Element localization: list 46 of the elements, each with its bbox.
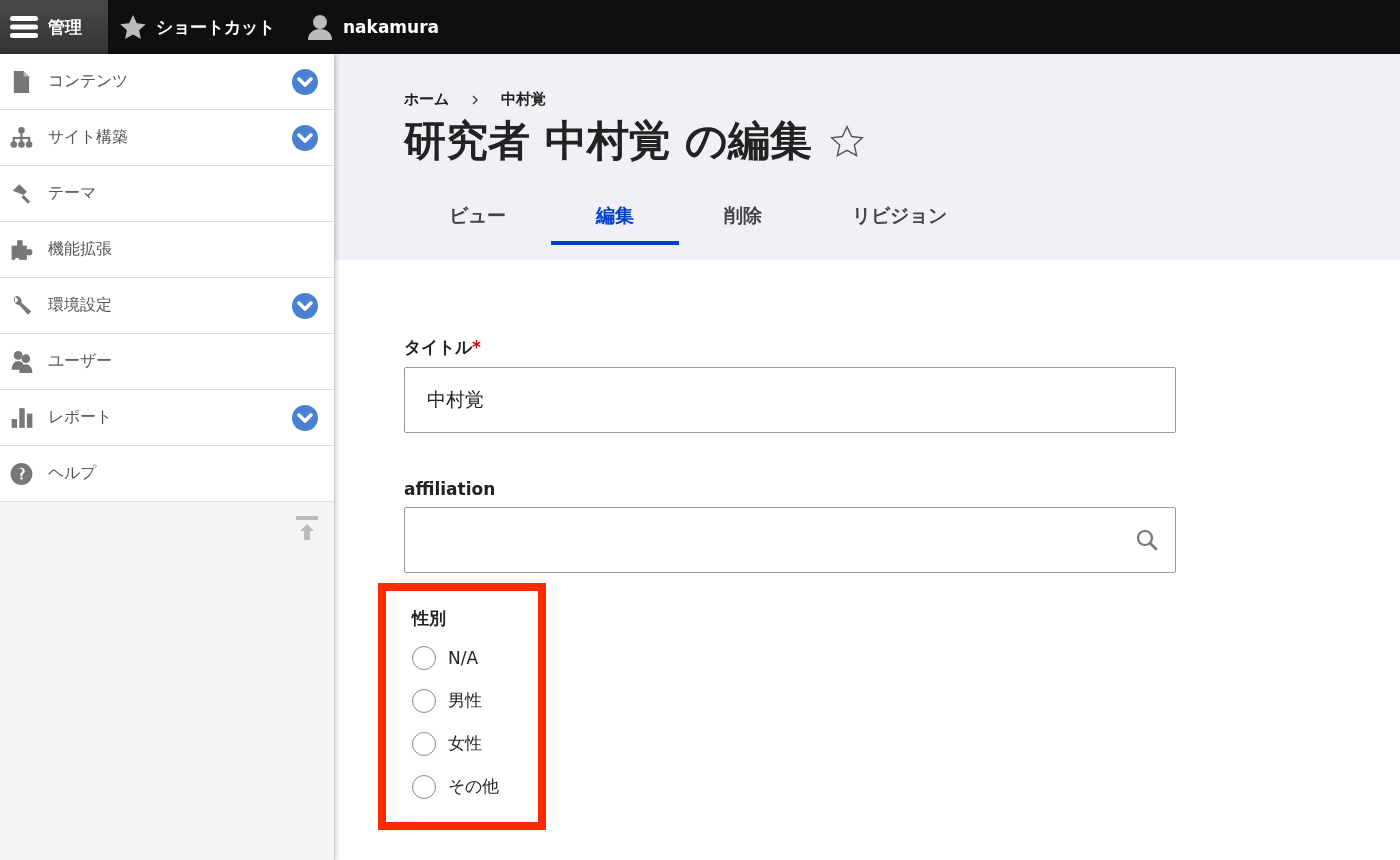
menu-item-icon	[10, 461, 34, 486]
tab[interactable]: リビジョン	[807, 195, 992, 245]
menu-item-icon	[10, 125, 34, 150]
sidebar-item[interactable]: ヘルプ	[0, 446, 334, 502]
sidebar-item[interactable]: テーマ	[0, 166, 334, 222]
radio-label[interactable]: N/A	[448, 647, 479, 668]
tab[interactable]: 削除	[679, 195, 807, 245]
radio-label[interactable]: 女性	[448, 732, 482, 755]
sidebar-item[interactable]: サイト構築	[0, 110, 334, 166]
breadcrumb-link[interactable]: ホーム	[404, 90, 449, 109]
search-icon	[1135, 528, 1159, 552]
manage-menu-button[interactable]: 管理	[0, 0, 108, 54]
user-button[interactable]: nakamura	[295, 0, 460, 54]
affiliation-input-field[interactable]	[404, 507, 1176, 573]
menu-item-icon	[10, 405, 34, 430]
tab[interactable]: ビュー	[404, 195, 551, 245]
person-icon	[307, 14, 333, 40]
sidebar-item[interactable]: レポート	[0, 390, 334, 446]
menu-item-icon	[10, 349, 34, 374]
sidebar-item[interactable]: コンテンツ	[0, 54, 334, 110]
radio-button[interactable]	[412, 645, 436, 670]
radio-button[interactable]	[412, 688, 436, 713]
tab[interactable]: 編集	[551, 195, 679, 245]
radio-button[interactable]	[412, 731, 436, 756]
shortcuts-button[interactable]: ショートカット	[108, 0, 295, 54]
breadcrumb-link[interactable]: 中村覚	[501, 90, 546, 109]
star-outline-icon[interactable]	[830, 124, 865, 158]
radio-label[interactable]: その他	[448, 775, 499, 798]
sidebar-item[interactable]: 機能拡張	[0, 222, 334, 278]
field-label: 性別	[412, 607, 447, 630]
field-label: affiliation	[404, 479, 497, 499]
sidebar-item[interactable]: ユーザー	[0, 334, 334, 390]
sidebar-item[interactable]: 環境設定	[0, 278, 334, 334]
menu-icon	[10, 16, 38, 38]
title-input-field[interactable]: 中村覚	[404, 367, 1176, 433]
radio-button[interactable]	[412, 774, 436, 799]
field-label: タイトル*	[404, 336, 482, 359]
page-title: 研究者 中村覚 の編集	[404, 115, 813, 167]
expand-chevron-icon[interactable]	[292, 292, 318, 319]
expand-chevron-icon[interactable]	[292, 124, 318, 151]
breadcrumb-separator-icon	[471, 93, 479, 106]
expand-chevron-icon[interactable]	[292, 404, 318, 431]
star-icon	[120, 14, 146, 40]
radio-label[interactable]: 男性	[448, 689, 482, 712]
expand-chevron-icon[interactable]	[292, 68, 318, 95]
menu-item-icon	[10, 237, 34, 262]
